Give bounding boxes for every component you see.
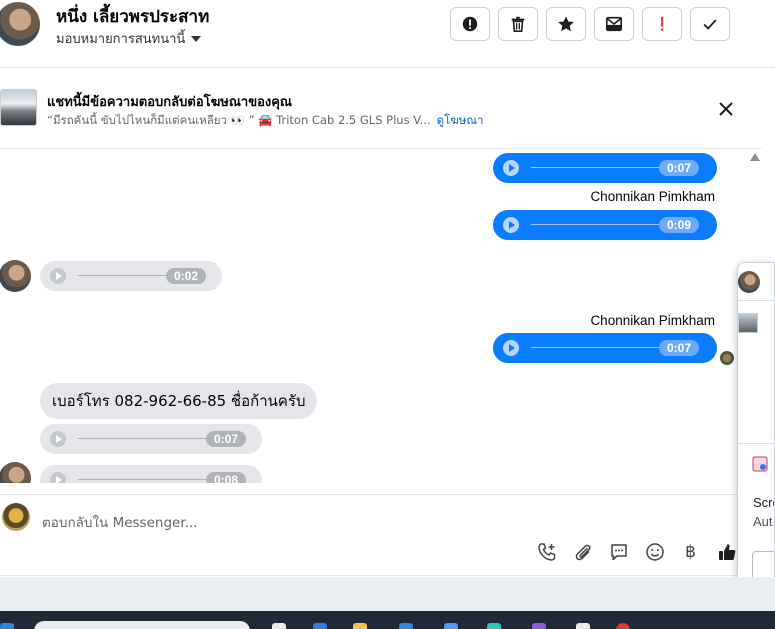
popup-title: Scre [753, 495, 774, 510]
edge-icon[interactable] [487, 623, 501, 629]
audio-progress-track[interactable] [531, 224, 663, 225]
audio-message[interactable]: 0:02 [40, 261, 222, 291]
assign-label: มอบหมายการสนทนานี้ [56, 32, 186, 47]
ad-reply-banner: แชทนี้มีข้อความตอบกลับต่อโฆษณาของคุณ “มี… [0, 69, 762, 149]
audio-message[interactable]: 0:07 [493, 153, 717, 183]
baht-icon: ฿ [685, 541, 696, 562]
conversation-header: หนึ่ง เลี้ยวพรประสาท มอบหมายการสนทนานี้ [0, 0, 775, 68]
play-icon[interactable] [503, 340, 519, 356]
taskbar-app-icon[interactable] [532, 623, 546, 629]
start-button-icon[interactable] [0, 623, 14, 629]
taskbar-app-icon[interactable] [272, 623, 286, 629]
audio-progress-track[interactable] [78, 438, 214, 439]
assign-conversation-dropdown[interactable]: มอบหมายการสนทนานี้ [56, 28, 202, 49]
play-icon[interactable] [503, 217, 519, 233]
call-add-icon [537, 542, 555, 561]
popup-subtitle: Aut [753, 514, 773, 529]
like-button[interactable] [716, 541, 737, 562]
saved-replies-button[interactable] [608, 541, 629, 562]
audio-duration: 0:07 [659, 340, 700, 356]
ad-banner-title: แชทนี้มีข้อความตอบกลับต่อโฆษณาของคุณ [47, 95, 292, 110]
contact-name[interactable]: หนึ่ง เลี้ยวพรประสาท [56, 3, 209, 30]
snipping-tool-icon [752, 456, 768, 472]
mark-unread-button[interactable] [594, 7, 634, 41]
popup-divider [738, 443, 774, 444]
payment-button[interactable]: ฿ [680, 541, 701, 562]
attach-button[interactable] [572, 541, 593, 562]
audio-duration: 0:09 [659, 217, 700, 233]
popup-ad-thumbnail [738, 313, 758, 333]
chat-bubble-icon [610, 543, 627, 560]
taskbar-app-icon[interactable] [313, 623, 327, 629]
mark-done-button[interactable] [690, 7, 730, 41]
star-button[interactable] [546, 7, 586, 41]
emoji-icon [645, 542, 664, 561]
audio-duration: 0:07 [659, 160, 700, 176]
scroll-up-arrow-icon[interactable] [750, 153, 760, 161]
message-composer: ตอบกลับใน Messenger... ฿ [0, 494, 762, 576]
message-thread[interactable]: 0:07 Chonnikan Pimkham 0:09 0:02 Chonnik… [0, 150, 762, 483]
ad-thumbnail[interactable] [0, 89, 37, 126]
call-add-button[interactable] [536, 541, 557, 562]
flag-important-button[interactable] [642, 7, 682, 41]
trash-icon [511, 16, 525, 33]
envelope-icon [605, 16, 623, 32]
seen-indicator-avatar [720, 351, 734, 365]
sender-name: Chonnikan Pimkham [590, 313, 715, 328]
audio-message[interactable]: 0:07 [40, 424, 262, 454]
emoji-button[interactable] [644, 541, 665, 562]
audio-message[interactable]: 0:08 [40, 465, 262, 483]
play-icon[interactable] [50, 472, 66, 483]
thumbs-up-icon [718, 543, 735, 560]
play-icon[interactable] [503, 160, 519, 176]
play-icon[interactable] [50, 431, 66, 447]
paperclip-icon [575, 544, 591, 560]
mark-spam-button[interactable] [450, 7, 490, 41]
audio-progress-track[interactable] [78, 479, 214, 480]
delete-button[interactable] [498, 7, 538, 41]
audio-message[interactable]: 0:09 [493, 210, 717, 240]
checkmark-icon [703, 19, 717, 30]
audio-progress-track[interactable] [78, 275, 174, 276]
popup-divider [738, 300, 774, 301]
taskbar-app-icon[interactable] [616, 623, 630, 629]
ad-banner-subtitle: “มีรถคันนี้ ขับไปไหนก็มีแต่คนเหลียว 👀 ” … [47, 112, 483, 130]
text-message[interactable]: เบอร์โทร 082-962-66-85 ชื่อก้านครับ [40, 383, 318, 419]
contact-avatar[interactable] [0, 2, 40, 46]
messenger-inbox-window: หนึ่ง เลี้ยวพรประสาท มอบหมายการสนทนานี้ [0, 0, 775, 629]
windows-taskbar [0, 611, 775, 629]
contact-avatar-small[interactable] [0, 260, 31, 292]
taskbar-search-box[interactable] [34, 621, 250, 629]
close-icon[interactable] [716, 99, 736, 119]
conversation-actions [450, 7, 730, 41]
audio-duration: 0:07 [206, 431, 247, 447]
taskbar-app-icon[interactable] [576, 623, 590, 629]
composer-toolbar: ฿ [536, 541, 737, 562]
audio-progress-track[interactable] [531, 167, 663, 168]
reply-input[interactable]: ตอบกลับใน Messenger... [42, 511, 198, 533]
taskbar-app-icon[interactable] [444, 623, 458, 629]
red-exclamation-icon [661, 16, 663, 31]
audio-message[interactable]: 0:07 [493, 333, 717, 363]
file-explorer-icon[interactable] [353, 623, 367, 629]
desktop-strip [0, 577, 775, 611]
star-icon [558, 16, 574, 32]
audio-progress-track[interactable] [531, 347, 663, 348]
taskbar-app-icon[interactable] [399, 623, 413, 629]
contact-avatar-small[interactable] [0, 462, 31, 483]
caret-down-icon [191, 35, 202, 42]
play-icon[interactable] [50, 268, 66, 284]
page-avatar [2, 503, 30, 531]
view-ad-link[interactable]: ดูโฆษณา [437, 113, 484, 127]
popup-avatar [738, 271, 760, 293]
exclamation-circle-icon [462, 16, 478, 32]
sender-name: Chonnikan Pimkham [590, 189, 715, 204]
audio-duration: 0:02 [166, 268, 207, 284]
audio-duration: 0:08 [206, 472, 247, 483]
screenshot-popup[interactable]: Scre Aut [737, 262, 775, 598]
ad-text: “มีรถคันนี้ ขับไปไหนก็มีแต่คนเหลียว 👀 ” … [47, 113, 431, 127]
